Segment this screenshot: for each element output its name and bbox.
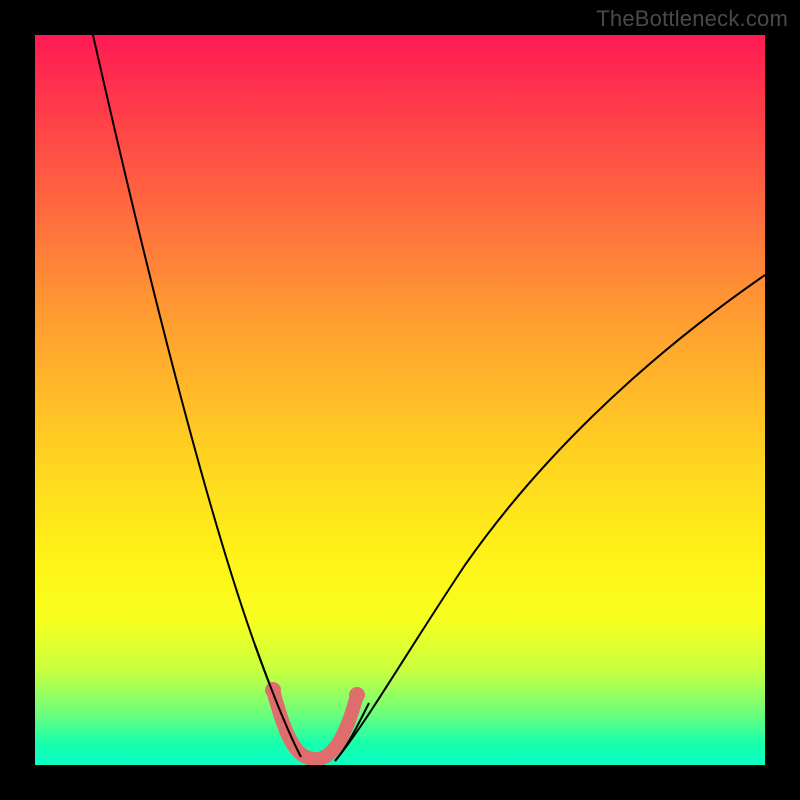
right-curve bbox=[335, 275, 765, 761]
watermark-label: TheBottleneck.com bbox=[596, 6, 788, 32]
chart-container: TheBottleneck.com bbox=[0, 0, 800, 800]
left-curve bbox=[93, 35, 301, 757]
marker-tip-right bbox=[349, 687, 365, 703]
curves-svg bbox=[35, 35, 765, 765]
gradient-plot-area bbox=[35, 35, 765, 765]
